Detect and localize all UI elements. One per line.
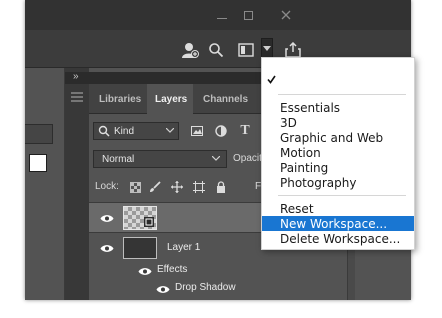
share-icon <box>285 42 301 58</box>
collapse-panels-bar[interactable]: » <box>65 71 285 84</box>
foreground-color-swatch[interactable] <box>29 154 47 172</box>
menu-item-photography[interactable]: Photography <box>262 175 414 190</box>
menu-item-3d[interactable]: 3D <box>262 115 414 130</box>
tab-channels-label: Channels <box>203 93 249 105</box>
lock-image-button[interactable] <box>147 179 163 195</box>
effect-item-row[interactable]: Drop Shadow <box>89 280 347 298</box>
checkmark-icon <box>267 75 276 84</box>
workspace-panel-icon <box>238 43 254 57</box>
menu-check-row[interactable] <box>262 72 414 87</box>
eye-icon <box>100 214 114 222</box>
maximize-button[interactable] <box>233 6 263 24</box>
lock-transparent-button[interactable] <box>127 179 143 195</box>
menu-item-delete-workspace[interactable]: Delete Workspace... <box>262 231 414 246</box>
menu-item-label: Essentials <box>280 100 341 115</box>
filter-pixel-button[interactable] <box>189 123 205 139</box>
lock-icon <box>217 181 225 193</box>
layer-thumbnail <box>123 206 157 230</box>
tab-libraries[interactable]: Libraries <box>95 84 147 114</box>
brush-icon <box>150 181 161 192</box>
tab-layers-label: Layers <box>155 93 188 105</box>
layer-name: Layer 1 <box>167 242 201 253</box>
close-icon <box>281 10 291 20</box>
lock-label: Lock: <box>95 181 119 192</box>
menu-item-graphic-and-web[interactable]: Graphic and Web <box>262 130 414 145</box>
filter-type-button[interactable]: T <box>237 123 253 139</box>
left-dock <box>25 68 65 300</box>
chevron-down-icon <box>263 46 271 51</box>
grip-icon <box>71 92 83 102</box>
tab-channels[interactable]: Channels <box>195 84 251 114</box>
chevron-down-icon <box>212 156 220 161</box>
screenshot-stage: » Libraries Layers Channels Kind T Norma… <box>0 0 442 318</box>
menu-item-motion[interactable]: Motion <box>262 145 414 160</box>
search-icon <box>98 125 110 137</box>
menu-item-label: 3D <box>280 115 297 130</box>
menu-item-label: Photography <box>280 175 357 190</box>
maximize-icon <box>243 10 253 20</box>
filter-adjustment-button[interactable] <box>213 123 229 139</box>
workspace-layout-button[interactable] <box>236 40 256 60</box>
menu-item-label: Painting <box>280 160 329 175</box>
smart-object-icon <box>144 217 154 227</box>
image-icon <box>191 126 203 136</box>
eye-icon <box>156 285 170 293</box>
lock-artboard-button[interactable] <box>191 179 207 195</box>
menu-item-essentials[interactable]: Essentials <box>262 100 414 115</box>
close-button[interactable] <box>271 6 301 24</box>
menu-item-reset[interactable]: Reset <box>262 201 414 216</box>
layer-filter-label: Kind <box>114 125 135 137</box>
person-add-icon <box>182 43 199 58</box>
effects-row[interactable]: Effects <box>89 262 347 280</box>
menu-item-new-workspace[interactable]: New Workspace... <box>262 216 414 231</box>
move-icon <box>171 181 183 193</box>
collapse-icon: » <box>73 71 79 82</box>
visibility-toggle[interactable] <box>99 212 115 224</box>
search-button[interactable] <box>206 40 226 60</box>
menu-item-label: Motion <box>280 145 321 160</box>
eye-icon <box>138 267 152 275</box>
menu-item-painting[interactable]: Painting <box>262 160 414 175</box>
eye-icon <box>100 244 114 252</box>
effects-visibility-toggle[interactable] <box>137 265 153 277</box>
adjustment-circle-icon <box>215 125 227 137</box>
visibility-toggle[interactable] <box>99 242 115 254</box>
lock-all-button[interactable] <box>213 179 229 195</box>
checker-icon <box>129 181 141 193</box>
title-bar <box>25 0 411 30</box>
minimize-icon <box>217 17 227 19</box>
lock-position-button[interactable] <box>169 179 185 195</box>
tab-libraries-label: Libraries <box>99 93 142 105</box>
type-icon: T <box>240 123 250 138</box>
workspace-menu: Essentials 3D Graphic and Web Motion Pai… <box>261 57 415 250</box>
artboard-icon <box>193 181 205 193</box>
blend-mode-select[interactable]: Normal <box>93 150 227 168</box>
effects-label: Effects <box>157 264 188 275</box>
blend-mode-value: Normal <box>102 153 135 165</box>
layer-filter-select[interactable]: Kind <box>93 122 179 140</box>
menu-item-label: Reset <box>280 201 314 216</box>
dock-input-field[interactable] <box>25 124 53 144</box>
effect-item-label: Drop Shadow <box>175 282 236 293</box>
panel-dock-strip <box>65 68 89 300</box>
menu-separator <box>278 94 406 95</box>
menu-separator <box>278 195 406 196</box>
chevron-down-icon <box>166 128 174 133</box>
share-user-button[interactable] <box>180 40 200 60</box>
tab-layers[interactable]: Layers <box>147 84 193 114</box>
menu-item-label: Graphic and Web <box>280 130 384 145</box>
effect-visibility-toggle[interactable] <box>155 283 171 295</box>
layer-thumbnail <box>123 237 157 259</box>
search-icon <box>209 43 224 58</box>
menu-item-label: Delete Workspace... <box>280 231 401 246</box>
menu-item-label: New Workspace... <box>280 216 388 231</box>
